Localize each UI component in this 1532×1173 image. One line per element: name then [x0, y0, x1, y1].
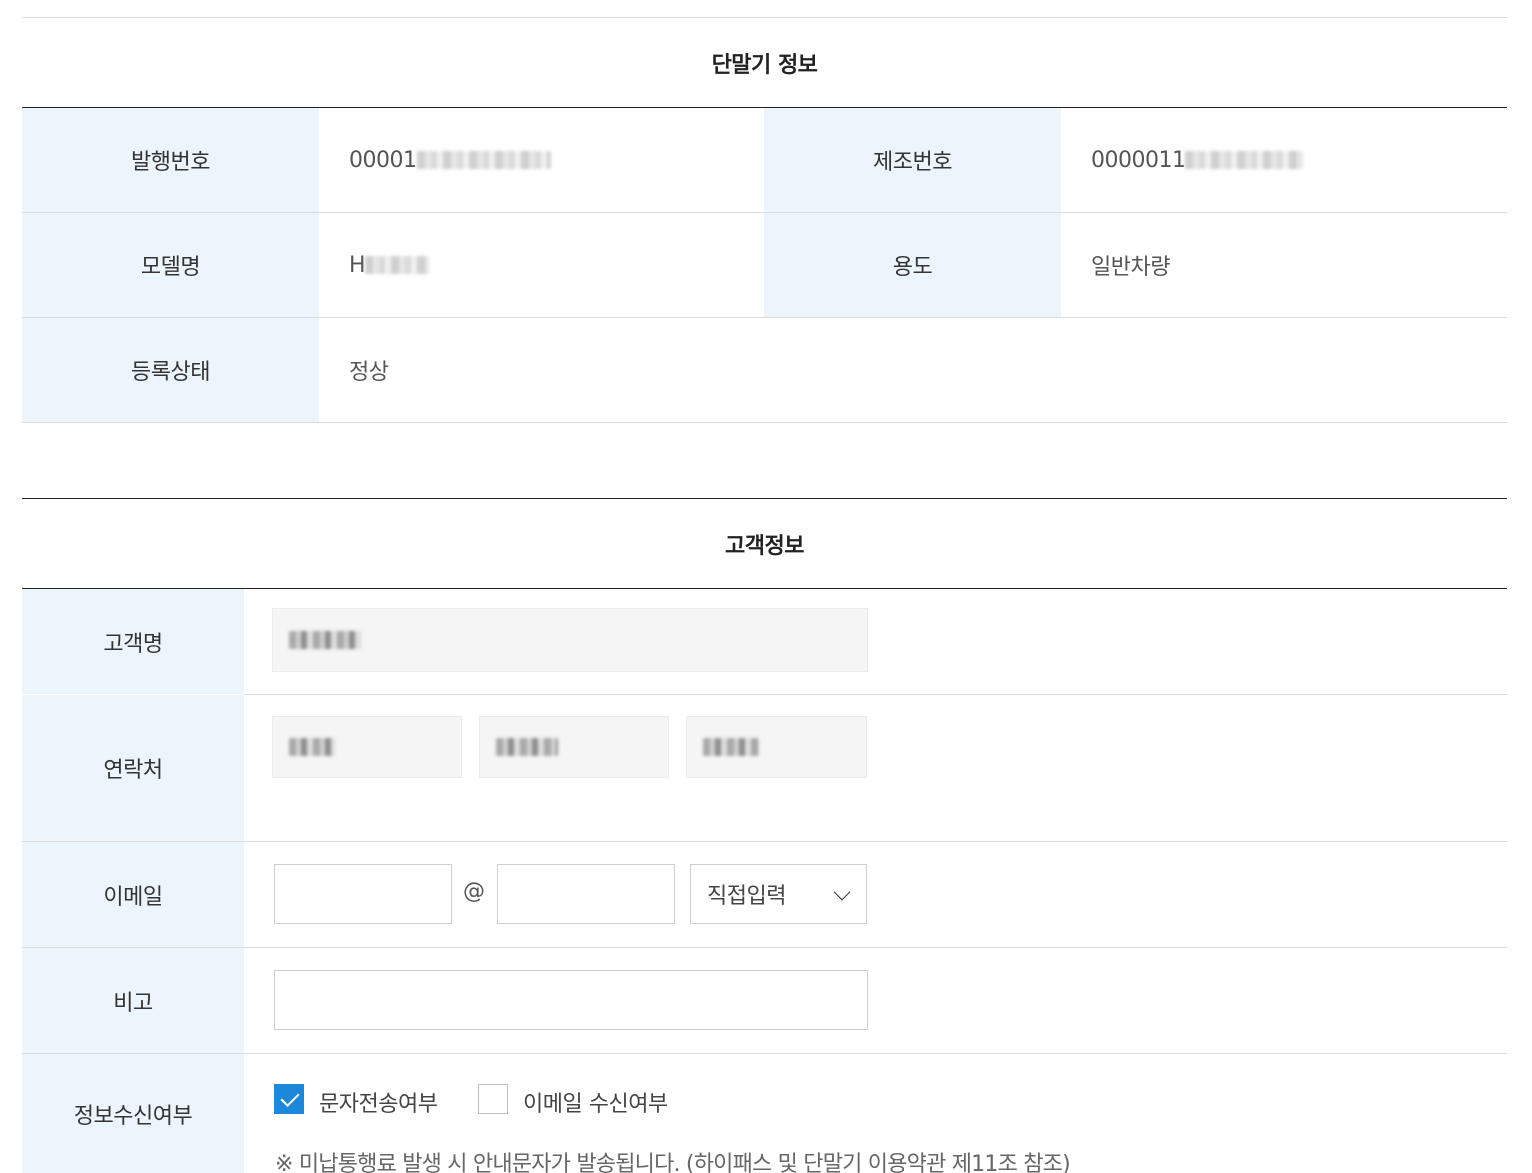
issue-number-value: 00001 — [349, 108, 749, 212]
row-divider — [22, 1053, 1507, 1054]
customer-section-title: 고객정보 — [725, 534, 804, 559]
issue-number-label: 발행번호 — [22, 108, 319, 212]
email-consent-checkbox[interactable] — [478, 1084, 508, 1114]
serial-number-text: 0000011 — [1091, 147, 1186, 173]
registration-status-label: 등록상태 — [22, 318, 319, 422]
note-input[interactable] — [274, 970, 868, 1030]
issue-number-text: 00001 — [349, 147, 417, 173]
usage-label: 용도 — [764, 213, 1061, 317]
email-consent-label[interactable]: 이메일 수신여부 — [523, 1086, 668, 1118]
model-name-text: H — [349, 252, 366, 278]
email-domain-select-value: 직접입력 — [707, 884, 786, 909]
model-name-label: 모델명 — [22, 213, 319, 317]
note-label: 비고 — [22, 948, 244, 1053]
row-divider — [244, 694, 1507, 695]
email-id-input[interactable] — [274, 864, 452, 924]
masked-value — [289, 631, 361, 649]
email-domain-input[interactable] — [497, 864, 675, 924]
phone-part-2-field — [479, 716, 669, 778]
top-divider — [22, 17, 1507, 18]
customer-table-top-border — [22, 588, 1507, 589]
masked-value — [496, 738, 558, 756]
device-section-title: 단말기 정보 — [711, 53, 818, 78]
email-at-sign: @ — [463, 879, 485, 904]
masked-value — [703, 738, 759, 756]
sms-notice-text: ※ 미납통행료 발생 시 안내문자가 발송됩니다. (하이패스 및 단말기 이용… — [275, 1152, 1071, 1173]
receive-consent-label: 정보수신여부 — [22, 1054, 244, 1173]
customer-name-field — [272, 608, 868, 672]
masked-value — [289, 738, 335, 756]
email-label: 이메일 — [22, 842, 244, 947]
registration-status-value: 정상 — [349, 360, 389, 385]
serial-number-value: 0000011 — [1091, 108, 1491, 212]
masked-value — [416, 151, 551, 169]
email-domain-select[interactable]: 직접입력 — [690, 864, 867, 924]
row-divider — [22, 422, 1507, 423]
customer-name-label: 고객명 — [22, 589, 244, 694]
phone-part-3-field — [686, 716, 867, 778]
sms-consent-checkbox[interactable] — [274, 1084, 304, 1114]
phone-part-1-field — [272, 716, 462, 778]
customer-section-top-border — [22, 498, 1507, 499]
masked-value — [1185, 151, 1304, 169]
contact-label: 연락처 — [22, 695, 244, 841]
row-divider — [22, 841, 1507, 842]
serial-number-label: 제조번호 — [764, 108, 1061, 212]
model-name-value: H — [349, 213, 749, 317]
masked-value — [365, 256, 430, 274]
usage-value: 일반차량 — [1091, 255, 1170, 280]
row-divider — [22, 947, 1507, 948]
chevron-down-icon — [833, 883, 851, 901]
sms-consent-label[interactable]: 문자전송여부 — [319, 1086, 438, 1118]
